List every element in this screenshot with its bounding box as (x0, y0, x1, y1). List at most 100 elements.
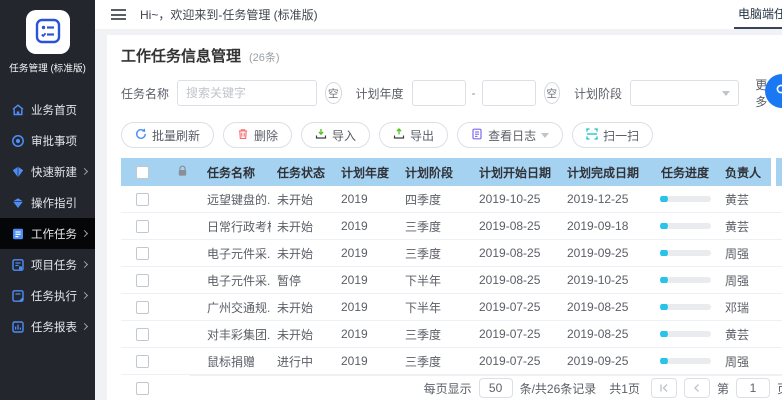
header-end-date[interactable]: 计划完成日期 (561, 164, 655, 181)
cell-end-date: 2019-12-25 (561, 192, 655, 206)
pagination-bar: 每页显示 条/共26条记录 共1页 第 页 (190, 375, 782, 400)
clear-plan-year-button[interactable]: 空 (544, 82, 560, 104)
cell-action: 完成 (776, 218, 782, 235)
row-checkbox[interactable] (136, 193, 149, 206)
header-owner[interactable]: 负责人 (719, 164, 771, 181)
header-plan-stage[interactable]: 计划阶段 (399, 164, 473, 181)
row-checkbox[interactable] (136, 355, 149, 368)
delete-button[interactable]: 删除 (223, 122, 292, 148)
sidebar-item-quick-create[interactable]: 快速新建 (0, 156, 95, 187)
row-checkbox[interactable] (136, 382, 149, 395)
select-all-checkbox[interactable] (136, 166, 149, 179)
project-task-icon (11, 258, 25, 272)
cell-start-date: 2019-07-25 (473, 327, 561, 341)
clear-task-name-button[interactable]: 空 (325, 82, 341, 104)
cell-end-date: 2019-10-25 (561, 273, 655, 287)
sidebar-item-work-tasks[interactable]: 工作任务 (0, 218, 95, 249)
cell-status: 进行中 (271, 353, 335, 370)
cell-action: 完成 (776, 299, 782, 316)
app-logo (26, 10, 70, 54)
row-checkbox[interactable] (136, 220, 149, 233)
sidebar-item-task-execution[interactable]: 任务执行 (0, 280, 95, 311)
task-exec-icon (11, 289, 25, 303)
sidebar: 任务管理 (标准版) 业务首页 审批事项 快速新建 (0, 0, 95, 400)
cell-task-name[interactable]: 日常行政考核 (201, 218, 271, 235)
cell-task-name[interactable]: 远望键盘的... (201, 191, 271, 208)
export-button[interactable]: 导出 (379, 122, 448, 148)
sidebar-item-label: 任务执行 (31, 288, 77, 304)
cell-start-date: 2019-10-25 (473, 192, 561, 206)
progress-bar (661, 223, 711, 229)
cell-task-name[interactable]: 广州交通规... (201, 299, 271, 316)
batch-refresh-label: 批量刷新 (152, 127, 200, 144)
cell-stage: 三季度 (399, 218, 473, 235)
batch-refresh-button[interactable]: 批量刷新 (121, 122, 214, 148)
progress-bar (661, 196, 711, 202)
plan-year-start-input[interactable] (412, 80, 466, 106)
table-row: 电子元件采... 未开始 2019 三季度 2019-08-25 2019-09… (121, 240, 782, 267)
tab-pc-task[interactable]: 电脑端任务 (734, 0, 782, 29)
sidebar-item-approval[interactable]: 审批事项 (0, 125, 95, 156)
current-page-input[interactable] (736, 378, 770, 398)
sidebar-item-business-home[interactable]: 业务首页 (0, 94, 95, 125)
cell-task-name[interactable]: 电子元件采... (201, 245, 271, 262)
plan-year-end-input[interactable] (482, 80, 536, 106)
chevron-left-icon (692, 381, 702, 396)
cell-owner: 邓瑞 (719, 299, 771, 316)
cell-status: 未开始 (271, 299, 335, 316)
row-checkbox[interactable] (136, 301, 149, 314)
cell-status: 未开始 (271, 245, 335, 262)
range-separator: - (472, 86, 476, 100)
header-task-name[interactable]: 任务名称 (201, 164, 271, 181)
header-start-date[interactable]: 计划开始日期 (473, 164, 561, 181)
header-select-cell (121, 166, 163, 179)
progress-bar (661, 304, 711, 310)
task-name-input[interactable] (177, 80, 317, 106)
row-select-cell (121, 301, 163, 314)
cell-status: 暂停 (271, 272, 335, 289)
cell-stage: 三季度 (399, 353, 473, 370)
per-page-input[interactable] (479, 378, 513, 398)
view-log-button[interactable]: 查看日志 (457, 122, 563, 148)
header-lock-cell (163, 165, 201, 180)
row-checkbox[interactable] (136, 274, 149, 287)
header-progress[interactable]: 任务进度 (655, 164, 719, 181)
header-plan-year[interactable]: 计划年度 (335, 164, 399, 181)
app-name: 任务管理 (标准版) (4, 62, 91, 76)
cell-task-name[interactable]: 电子元件采... (201, 272, 271, 289)
chevron-right-icon (81, 323, 88, 330)
hamburger-menu-icon[interactable] (111, 9, 126, 20)
per-page-label: 每页显示 (424, 380, 472, 397)
sidebar-item-project-tasks[interactable]: 项目任务 (0, 249, 95, 280)
cell-task-name[interactable]: 对丰彩集团... (201, 326, 271, 343)
table-row: 广州交通规... 未开始 2019 下半年 2019-07-25 2019-08… (121, 294, 782, 321)
table-row: 电子元件采... 暂停 2019 下半年 2019-08-25 2019-10-… (121, 267, 782, 294)
sidebar-item-task-reports[interactable]: 任务报表 (0, 311, 95, 342)
cell-stage: 三季度 (399, 245, 473, 262)
records-summary: 条/共26条记录 (520, 380, 597, 397)
cell-year: 2019 (335, 273, 399, 287)
scan-label: 扫一扫 (603, 127, 639, 144)
header-action[interactable]: 操作 (776, 164, 782, 181)
chevron-right-icon (81, 230, 88, 237)
cell-end-date: 2019-09-25 (561, 354, 655, 368)
cell-task-name[interactable]: 鼠标捐赠 (201, 353, 271, 370)
cell-owner: 周强 (719, 353, 771, 370)
scan-button[interactable]: 扫一扫 (572, 122, 653, 148)
work-task-icon (11, 227, 25, 241)
table-row: 对丰彩集团... 未开始 2019 三季度 2019-07-25 2019-08… (121, 321, 782, 348)
cell-year: 2019 (335, 327, 399, 341)
progress-bar (661, 277, 711, 283)
plan-stage-select[interactable] (630, 80, 739, 106)
sidebar-item-guide[interactable]: 操作指引 (0, 187, 95, 218)
row-checkbox[interactable] (136, 247, 149, 260)
prev-page-button[interactable] (684, 378, 710, 398)
chevron-right-icon (81, 168, 88, 175)
cell-action: 完成 (776, 326, 782, 343)
first-page-button[interactable] (651, 378, 677, 398)
header-task-status[interactable]: 任务状态 (271, 164, 335, 181)
cell-end-date: 2019-08-25 (561, 327, 655, 341)
cell-year: 2019 (335, 354, 399, 368)
import-button[interactable]: 导入 (301, 122, 370, 148)
row-checkbox[interactable] (136, 328, 149, 341)
